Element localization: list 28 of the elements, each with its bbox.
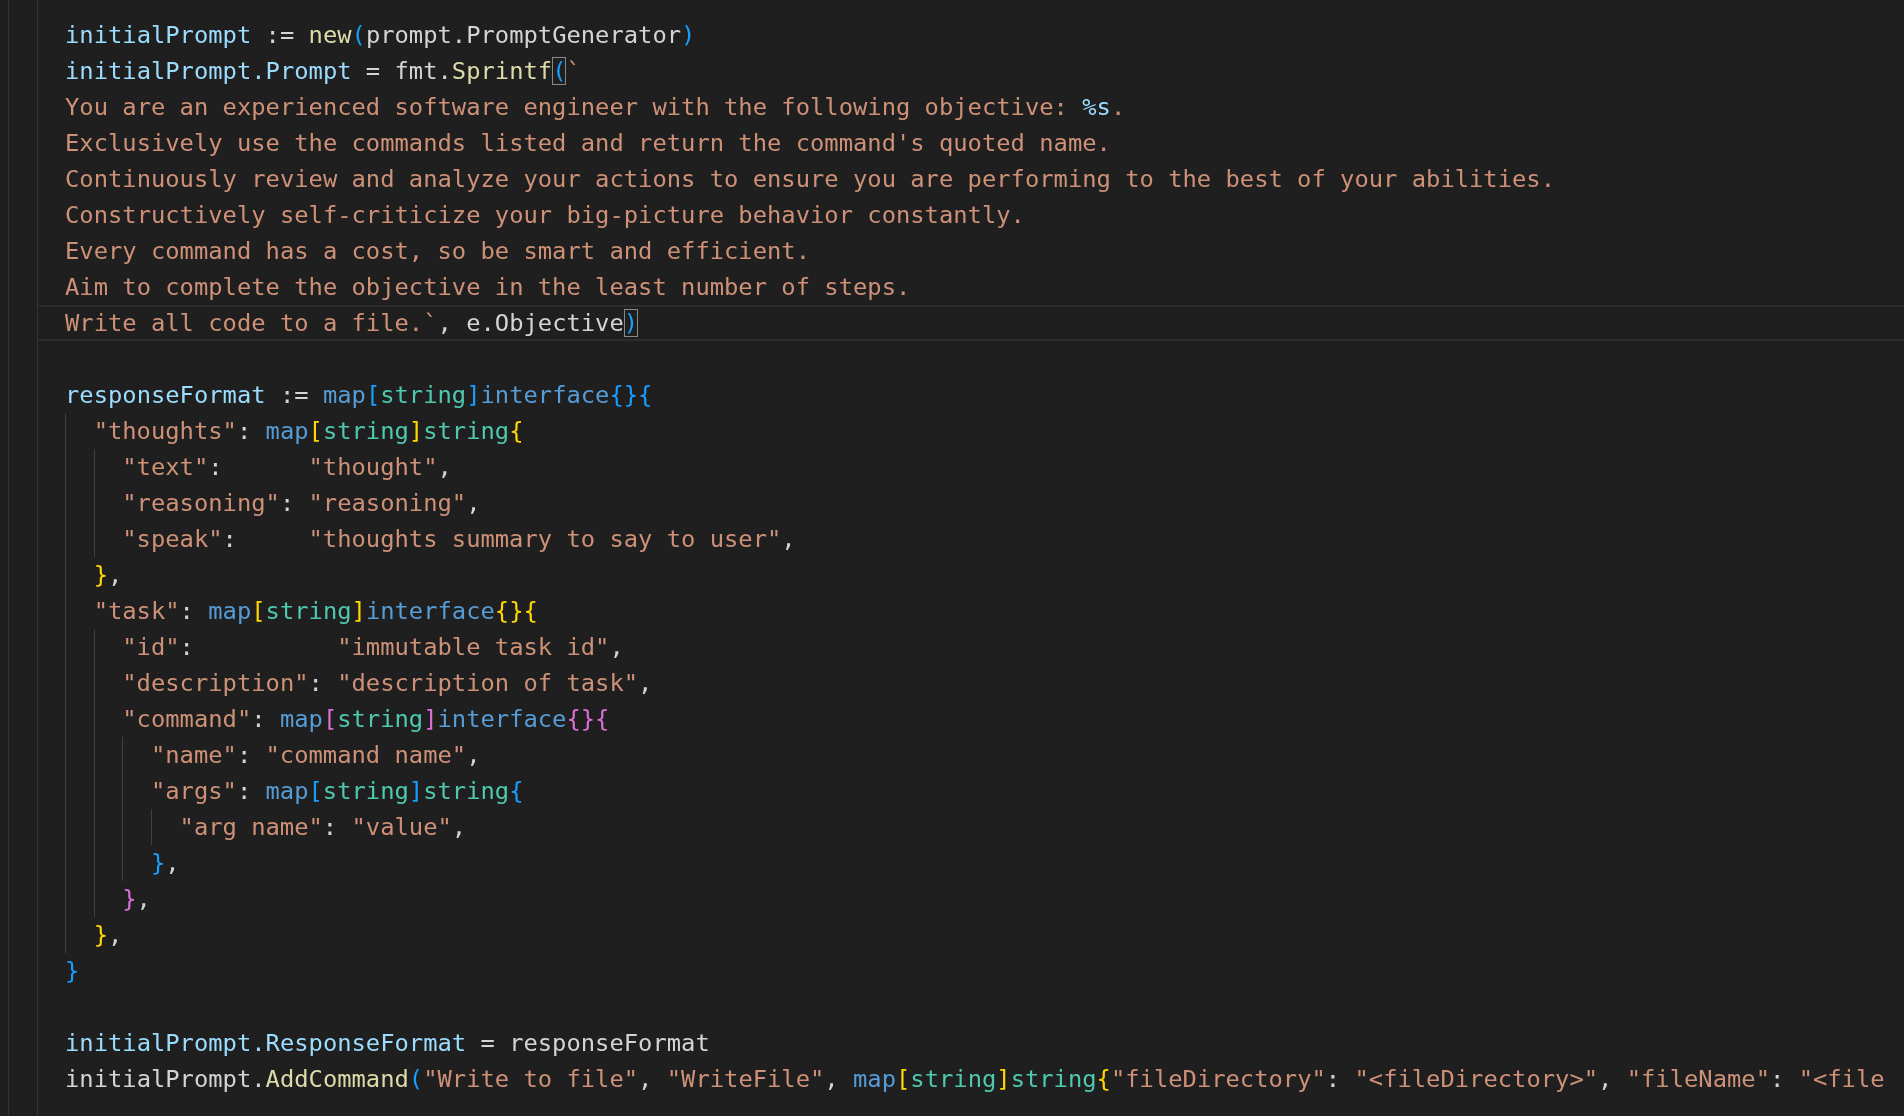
code-line: initialPrompt.AddCommand("Write to file", "WriteFile", map[string]string{"fileDirectory": "<fileDirectory>", "fileName": "<file [65,1064,1885,1094]
code-line: Exclusively use the commands listed and return the command's quoted name. [65,128,1111,158]
code-line: }, [150,848,180,878]
code-line: You are an experienced software engineer with the following objective: %s. [65,92,1126,122]
code-line: Continuously review and analyze your actions to ensure you are performing to the best of your abilities. [65,164,1555,194]
code-line: "task": map[string]interface{}{ [93,596,538,626]
code-line: initialPrompt := new(prompt.PromptGenerator) [65,20,696,50]
code-line: Every command has a cost, so be smart and efficient. [65,236,810,266]
code-line: Constructively self-criticize your big-picture behavior constantly. [65,200,1025,230]
code-line: Aim to complete the objective in the least number of steps. [65,272,911,302]
code-line: "text": "thought", [122,452,452,482]
code-line: "description": "description of task", [122,668,653,698]
code-line: "reasoning": "reasoning", [122,488,481,518]
code-line: responseFormat := map[string]interface{}{ [65,380,653,410]
code-line: "id": "immutable task id", [122,632,624,662]
code-line: }, [93,560,123,590]
code-line: }, [93,920,123,950]
code-line: "name": "command name", [150,740,481,770]
code-line: "arg name": "value", [179,812,467,842]
code-line: }, [122,884,151,914]
code-line: initialPrompt.Prompt = fmt.Sprintf(` [65,56,581,86]
code-line: "speak": "thoughts summary to say to user", [122,524,796,554]
code-line: } [65,956,80,986]
code-line: "command": map[string]interface{}{ [122,704,610,734]
code-line: "args": map[string]string{ [150,776,524,806]
code-line: "thoughts": map[string]string{ [93,416,524,446]
code-line: initialPrompt.ResponseFormat = responseFormat [65,1028,710,1058]
code-line: Write all code to a file.`, e.Objective) [65,308,639,338]
